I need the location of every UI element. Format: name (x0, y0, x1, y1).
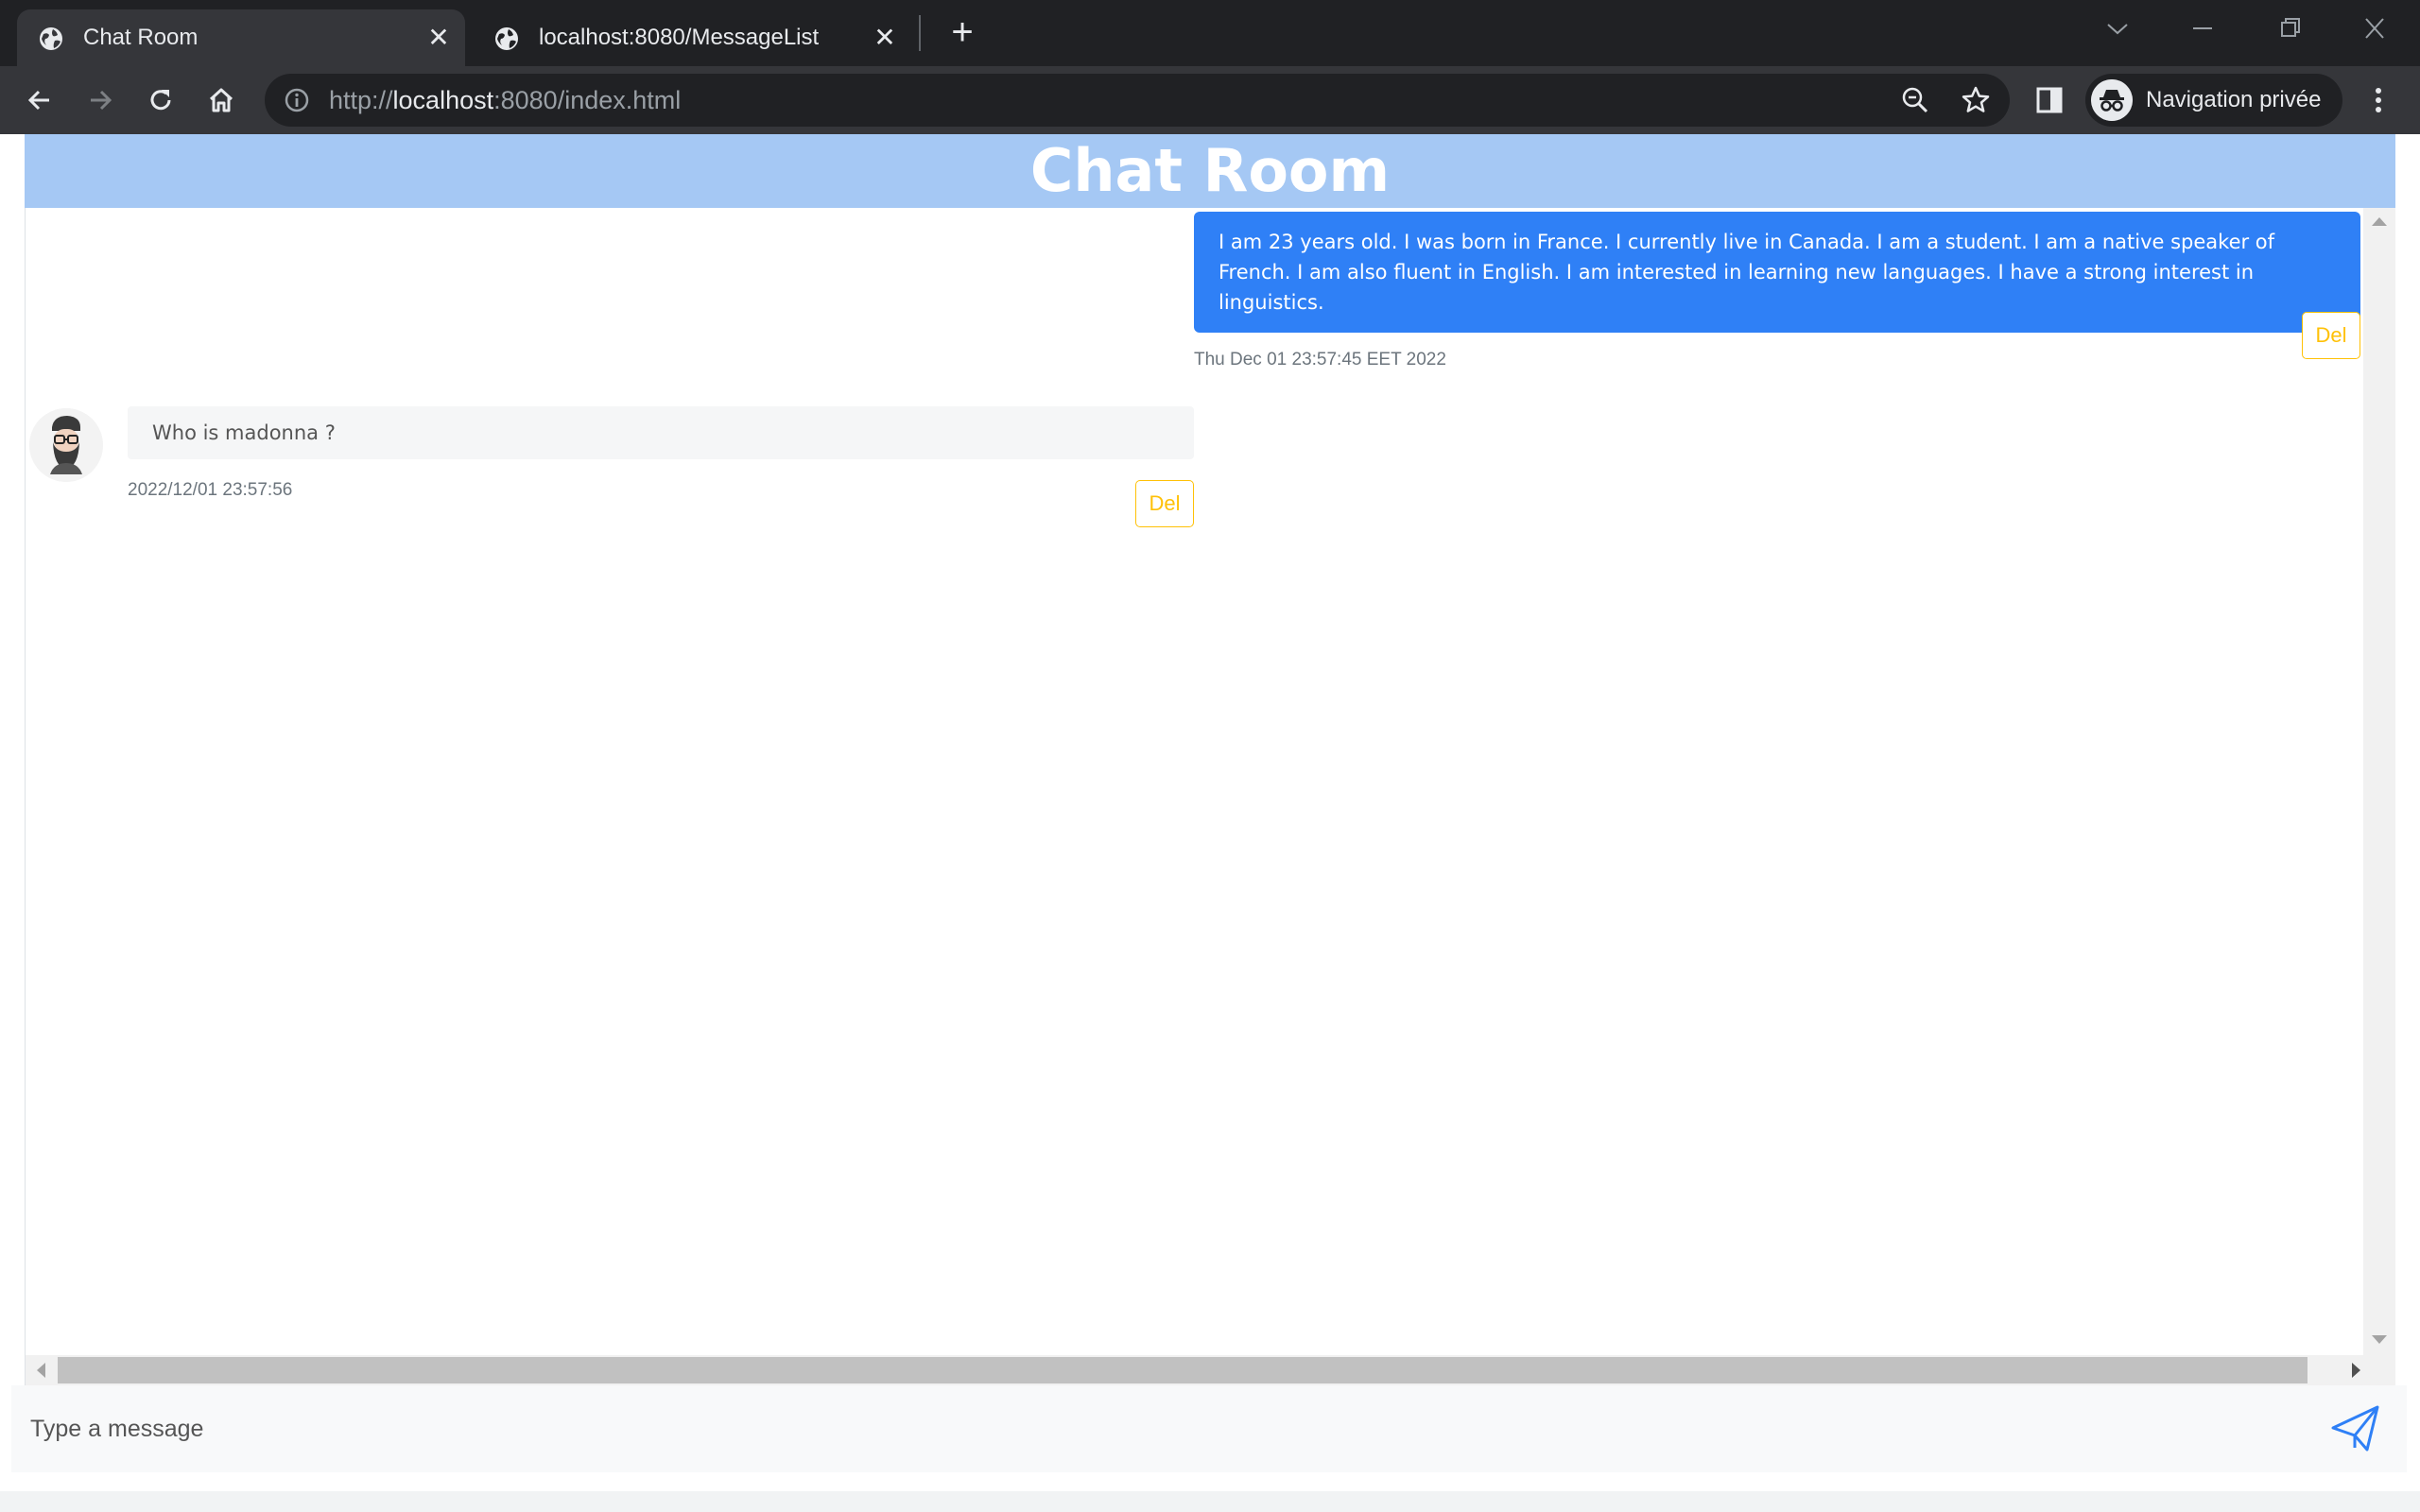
address-bar[interactable]: http://localhost:8080/index.html (265, 74, 2010, 127)
url-host: localhost (392, 86, 494, 114)
page-title: Chat Room (1029, 136, 1391, 205)
message-sent: I am 23 years old. I was born in France.… (1194, 212, 2360, 370)
message-received: Who is madonna ? 2022/12/01 23:57:56 Del (26, 406, 1194, 529)
forward-button[interactable] (79, 79, 121, 121)
arrow-left-icon (27, 90, 49, 111)
arrow-right-icon (91, 90, 112, 111)
scroll-right-arrow-icon[interactable] (2352, 1363, 2360, 1378)
restore-button[interactable] (2263, 9, 2316, 47)
message-composer (11, 1385, 2407, 1472)
close-window-button[interactable] (2348, 9, 2401, 47)
tab-search-button[interactable] (2091, 9, 2144, 47)
globe-icon (40, 27, 62, 50)
info-icon[interactable] (284, 87, 310, 113)
minimize-button[interactable] (2176, 9, 2229, 47)
close-tab-icon[interactable]: ✕ (872, 25, 898, 51)
scroll-down-arrow-icon[interactable] (2372, 1335, 2387, 1344)
globe-icon (495, 27, 518, 50)
reload-button[interactable] (140, 79, 182, 121)
home-button[interactable] (200, 79, 242, 121)
paper-plane-icon[interactable] (2329, 1402, 2382, 1455)
message-list[interactable]: I am 23 years old. I was born in France.… (25, 208, 2395, 1385)
zoom-out-icon[interactable] (1900, 85, 1930, 115)
message-timestamp: 2022/12/01 23:57:56 (128, 480, 293, 500)
incognito-profile-button[interactable]: Navigation privée (2085, 74, 2342, 127)
minimize-icon (2193, 27, 2212, 29)
browser-tab-strip: Chat Room ✕ localhost:8080/MessageList ✕… (0, 0, 2420, 66)
incognito-icon (2091, 79, 2133, 121)
browser-toolbar: http://localhost:8080/index.html Navigat… (0, 66, 2420, 134)
delete-message-button[interactable]: Del (2302, 312, 2360, 359)
reload-icon (150, 90, 171, 111)
tab-title: localhost:8080/MessageList (539, 25, 820, 50)
tab-title: Chat Room (83, 25, 199, 50)
message-input[interactable] (11, 1385, 2299, 1472)
url-scheme: http:// (329, 86, 393, 114)
home-icon (209, 88, 233, 112)
message-bubble-sent: I am 23 years old. I was born in France.… (1194, 212, 2360, 333)
message-timestamp: Thu Dec 01 23:57:45 EET 2022 (1194, 350, 1446, 369)
horizontal-scrollbar[interactable] (26, 1355, 2395, 1385)
tab-chat-room[interactable]: Chat Room ✕ (17, 9, 465, 66)
scroll-left-arrow-icon[interactable] (37, 1363, 45, 1378)
new-tab-button[interactable]: + (940, 13, 985, 53)
restore-icon (2281, 18, 2300, 37)
close-tab-icon[interactable]: ✕ (425, 25, 452, 51)
message-bubble-received: Who is madonna ? (128, 406, 1194, 459)
horizontal-scrollbar-thumb[interactable] (58, 1357, 2308, 1383)
page-viewport: Chat Room I am 23 years old. I was born … (0, 134, 2420, 1512)
url-path: :8080/index.html (493, 86, 682, 114)
tab-separator (919, 15, 921, 51)
page-bottom-edge (0, 1491, 2420, 1512)
address-url[interactable]: http://localhost:8080/index.html (329, 86, 681, 115)
avatar (29, 408, 103, 482)
profile-label: Navigation privée (2146, 87, 2322, 112)
bookmark-star-icon[interactable] (1961, 85, 1991, 115)
chevron-down-icon (2107, 24, 2128, 35)
back-button[interactable] (19, 79, 60, 121)
close-icon (2365, 18, 2384, 39)
scroll-up-arrow-icon[interactable] (2372, 217, 2387, 226)
more-vert-icon[interactable] (2361, 83, 2395, 117)
vertical-scrollbar[interactable] (2363, 208, 2395, 1355)
delete-message-button[interactable]: Del (1135, 480, 1194, 527)
side-panel-icon[interactable] (2034, 85, 2065, 115)
tab-message-list[interactable]: localhost:8080/MessageList ✕ (473, 9, 911, 66)
chat-header: Chat Room (25, 134, 2395, 208)
